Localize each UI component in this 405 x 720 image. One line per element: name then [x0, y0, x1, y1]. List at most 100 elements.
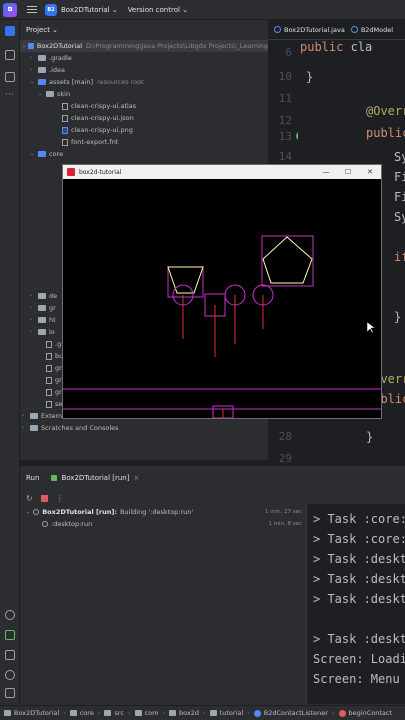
tree-item[interactable]: › ht: [20, 314, 56, 326]
ide-logo-icon[interactable]: ⧉: [3, 2, 17, 17]
expand-arrow-icon[interactable]: ›: [30, 317, 36, 323]
tree-item-label: ht: [49, 316, 56, 324]
file-icon: [46, 364, 52, 372]
run-config-icon: [51, 475, 58, 481]
structure-tool-icon[interactable]: [5, 72, 15, 82]
breadcrumb-item[interactable]: tutorial: [209, 709, 243, 717]
tree-item-label: gr: [55, 364, 62, 372]
tree-item[interactable]: .g: [20, 338, 61, 350]
tree-item[interactable]: › lo: [20, 326, 55, 338]
project-badge[interactable]: B2: [45, 3, 57, 16]
tree-item[interactable]: gr: [20, 374, 62, 386]
run-panel: Run Box2DTutorial [run] × ↻ ⋮ ⌄ Box2DTut…: [20, 465, 405, 705]
version-control-menu[interactable]: Version control ⌄: [128, 6, 188, 14]
tree-item[interactable]: ⌄ Box2DTutorial D:\Programming\Java Projec…: [20, 40, 268, 52]
code-token: if: [394, 250, 405, 264]
expand-arrow-icon[interactable]: ›: [30, 67, 36, 73]
tree-item[interactable]: › .gradle: [20, 52, 72, 64]
breadcrumb-item[interactable]: com: [134, 709, 158, 717]
tree-item[interactable]: › Scratches and Consoles: [20, 422, 119, 434]
breadcrumb-item[interactable]: beginContact: [338, 709, 392, 717]
tree-item[interactable]: › de: [20, 290, 57, 302]
code-line: }: [306, 70, 313, 84]
maximize-button[interactable]: ☐: [337, 168, 359, 176]
breadcrumb-item[interactable]: core: [69, 709, 94, 717]
minimize-button[interactable]: —: [315, 168, 337, 176]
editor-tab[interactable]: B2dModel: [350, 25, 394, 34]
tree-item[interactable]: gr: [20, 362, 62, 374]
run-tool-icon[interactable]: [5, 630, 15, 640]
commit-tool-icon[interactable]: [5, 50, 15, 60]
editor-tab[interactable]: Box2DTutorial.java: [274, 26, 345, 34]
expand-arrow-icon[interactable]: ›: [30, 329, 36, 335]
physics-debug-canvas[interactable]: [63, 179, 381, 418]
expand-arrow-icon[interactable]: ⌄: [26, 509, 30, 515]
tree-item[interactable]: ⌄ assets [main] resources root: [20, 76, 144, 88]
folder-icon: [30, 413, 38, 419]
expand-arrow-icon[interactable]: ⌄: [22, 43, 26, 49]
git-tool-icon[interactable]: [5, 688, 15, 698]
tree-item[interactable]: se: [20, 398, 62, 410]
expand-arrow-icon[interactable]: ›: [30, 305, 36, 311]
hamburger-menu-icon[interactable]: [27, 6, 37, 13]
folder-icon: [38, 293, 46, 299]
tree-item[interactable]: bu: [20, 350, 63, 362]
problems-tool-icon[interactable]: [5, 670, 15, 680]
expand-arrow-icon[interactable]: ⌄: [30, 79, 36, 85]
tree-item[interactable]: ⌄ core: [20, 148, 63, 160]
line-number: 14: [278, 150, 292, 163]
expand-arrow-icon[interactable]: ⌄: [38, 91, 44, 97]
file-icon: [62, 114, 68, 122]
game-window-titlebar[interactable]: box2d-tutorial — ☐ ✕: [63, 165, 381, 179]
code-token: cla: [343, 40, 373, 54]
more-tools-icon[interactable]: ···: [5, 91, 15, 102]
tree-item-label: assets [main]: [49, 78, 94, 86]
code-token: public: [300, 40, 344, 54]
breadcrumb-separator: ›: [63, 709, 66, 717]
editor-tab-label: B2dModel: [360, 25, 394, 34]
run-console[interactable]: > Task :core: > Task :core: > Task :deskt >…: [306, 504, 405, 704]
build-row[interactable]: ⌄ Box2DTutorial [run]: Building ':deskto…: [20, 506, 306, 518]
rerun-icon[interactable]: ↻: [26, 494, 33, 503]
build-row[interactable]: :desktop:run 1 min, 8 sec: [20, 518, 306, 530]
app-icon: [67, 168, 75, 176]
build-tree: ⌄ Box2DTutorial [run]: Building ':deskto…: [20, 506, 306, 530]
game-window[interactable]: box2d-tutorial — ☐ ✕: [62, 164, 382, 419]
expand-arrow-icon[interactable]: ›: [22, 413, 28, 419]
project-panel-title[interactable]: Project ⌄: [20, 20, 268, 40]
java-class-icon: [274, 26, 281, 33]
more-options-icon[interactable]: ⋮: [56, 494, 64, 503]
services-tool-icon[interactable]: [5, 610, 15, 620]
expand-arrow-icon[interactable]: ›: [30, 55, 36, 61]
tree-item[interactable]: › gr: [20, 302, 56, 314]
breadcrumb-item[interactable]: Box2DTutorial: [4, 709, 59, 717]
breadcrumb-item[interactable]: src: [104, 709, 124, 717]
tree-item[interactable]: gr: [20, 386, 62, 398]
tree-item[interactable]: font-export.fnt: [20, 136, 118, 148]
tree-item[interactable]: clean-crispy-ui.json: [20, 112, 134, 124]
folder-icon: [134, 710, 142, 716]
breadcrumb-label: core: [79, 709, 94, 717]
expand-arrow-icon[interactable]: ›: [22, 425, 28, 431]
close-tab-button[interactable]: ×: [133, 474, 139, 482]
expand-arrow-icon[interactable]: ›: [30, 293, 36, 299]
terminal-tool-icon[interactable]: [5, 650, 15, 660]
stop-icon[interactable]: [40, 494, 48, 502]
method-icon: [338, 709, 346, 717]
run-tab[interactable]: Box2DTutorial [run] ×: [51, 474, 139, 482]
code-token: }: [366, 430, 374, 444]
line-number: 29: [278, 452, 292, 465]
tree-item[interactable]: ⌄ skin: [20, 88, 70, 100]
breadcrumb-item[interactable]: B2dContactListener: [253, 709, 328, 717]
project-selector[interactable]: Box2DTutorial ⌄: [61, 6, 118, 14]
project-tool-icon[interactable]: [5, 26, 15, 36]
tree-item[interactable]: clean-crispy-ui.png: [20, 124, 133, 136]
close-button[interactable]: ✕: [359, 168, 381, 176]
build-label: :desktop:run: [51, 520, 93, 528]
expand-arrow-icon[interactable]: ⌄: [30, 151, 36, 157]
file-icon: [62, 126, 68, 134]
tree-item[interactable]: › .idea: [20, 64, 65, 76]
tree-item[interactable]: clean-crispy-ui.atlas: [20, 100, 136, 112]
mouse-cursor-icon: [366, 321, 376, 334]
breadcrumb-item[interactable]: box2d: [169, 709, 199, 717]
